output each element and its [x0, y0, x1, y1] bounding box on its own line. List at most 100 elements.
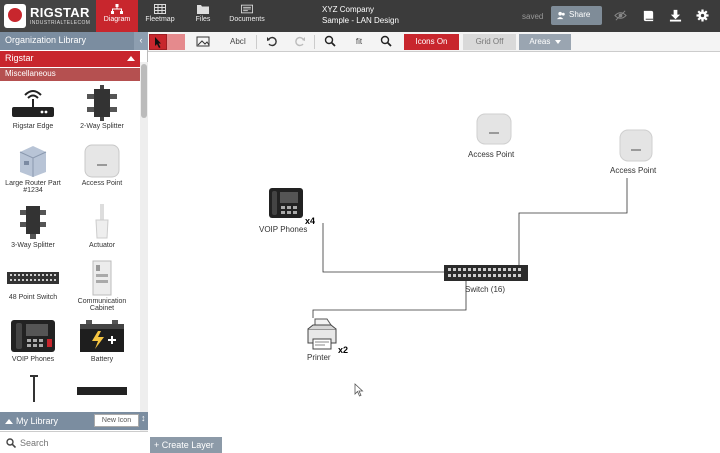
nav-diagram-label: Diagram [103, 16, 131, 23]
users-icon [557, 11, 565, 20]
canvas-toolbar: AbcI fit Icons On Grid Off Areas [148, 32, 720, 52]
phone-icon [11, 320, 55, 352]
org-library-title: Organization Library [5, 35, 87, 45]
logo-badge [4, 4, 26, 28]
lib-item-communication-cabinet[interactable]: Communication Cabinet [72, 260, 132, 312]
node-label[interactable]: VOIP Phones [259, 225, 307, 234]
fit-button[interactable]: fit [350, 34, 368, 50]
printer-node[interactable] [305, 317, 339, 351]
diagram-canvas[interactable]: Access Point Access Point x4 VOIP Phones… [149, 53, 720, 453]
text-tool-button[interactable]: AbcI [226, 34, 250, 50]
lib-item-label: 3-Way Splitter [11, 242, 55, 249]
toolbar-divider [256, 35, 257, 49]
access-point-node-1[interactable] [476, 113, 512, 145]
share-label: Share [569, 10, 591, 19]
text-tool-label: Abc [229, 37, 244, 46]
lib-item-access-point[interactable]: Access Point [72, 144, 132, 187]
brand-tagline: INDUSTRIALTELECOM [30, 20, 91, 26]
share-button[interactable]: Share [551, 6, 602, 25]
lib-item-2-way-splitter[interactable]: 2-Way Splitter [72, 85, 132, 130]
lib-item-label: 48 Point Switch [8, 294, 58, 301]
chevron-down-icon [554, 39, 561, 44]
book-icon[interactable] [642, 9, 655, 22]
nav-diagram[interactable]: Diagram [96, 0, 138, 32]
collapse-sidebar-button[interactable]: ‹ [134, 32, 148, 50]
resize-handle-icon[interactable]: ↕ [141, 413, 148, 427]
nav-documents[interactable]: Documents [224, 0, 270, 32]
scrollbar-thumb[interactable] [141, 64, 147, 118]
lib-item-label: Battery [90, 356, 114, 363]
lib-item-rigstar-edge[interactable]: Rigstar Edge [3, 85, 63, 130]
nav-documents-label: Documents [229, 16, 265, 23]
redo-button[interactable] [292, 34, 308, 50]
create-layer-button[interactable]: + Create Layer [150, 437, 222, 453]
image-tool-button[interactable] [194, 34, 212, 50]
project-name: Sample - LAN Design [322, 16, 399, 25]
table-icon [154, 4, 166, 14]
link-switch-ap [518, 178, 628, 273]
lib-item-label: Communication Cabinet [77, 298, 127, 312]
node-label[interactable]: Access Point [468, 150, 514, 159]
top-bar: RIGSTAR INDUSTRIALTELECOM Diagram Fleetm… [0, 0, 720, 32]
category-miscellaneous[interactable]: Miscellaneous [0, 68, 140, 81]
new-icon-button[interactable]: New Icon [94, 414, 139, 427]
mouse-cursor-icon [354, 383, 364, 397]
brand-name: RIGSTAR [30, 5, 90, 20]
lib-item-label: VOIP Phones [11, 356, 55, 363]
my-library-title: My Library [16, 416, 59, 426]
organization-library-header[interactable]: Organization Library ‹ [0, 32, 148, 50]
lib-item-3-way-splitter[interactable]: 3-Way Splitter [3, 202, 63, 249]
node-count: x2 [338, 345, 349, 355]
cabinet-icon [92, 260, 112, 296]
search-input[interactable] [20, 435, 142, 451]
large-router-icon [19, 146, 47, 177]
gear-icon[interactable] [696, 9, 709, 22]
rigstar-logo[interactable]: RIGSTAR INDUSTRIALTELECOM [0, 0, 96, 32]
router-icon [12, 90, 54, 117]
battery-icon [80, 320, 124, 352]
actuator-icon [95, 204, 109, 239]
library-search [0, 431, 148, 453]
switch-node[interactable] [443, 264, 529, 282]
pointer-icon [155, 37, 161, 48]
lib-item-large-router[interactable]: Large Router Part #1234 [3, 144, 63, 194]
undo-icon [267, 36, 277, 47]
lib-item-voip-phones[interactable]: VOIP Phones [3, 318, 63, 363]
undo-button[interactable] [264, 34, 280, 50]
voip-phone-node[interactable] [268, 187, 304, 219]
download-icon[interactable] [669, 9, 682, 22]
toolbar-divider [314, 35, 315, 49]
rack-unit-icon[interactable] [76, 386, 128, 396]
eye-off-icon[interactable] [614, 9, 627, 22]
lib-item-label: Actuator [88, 242, 116, 249]
lib-item-label: Large Router Part #1234 [5, 180, 61, 194]
library-group-rigstar[interactable]: Rigstar [0, 51, 140, 67]
access-point-node-2[interactable] [619, 129, 653, 162]
lib-item-battery[interactable]: Battery [72, 318, 132, 363]
lib-item-48-point-switch[interactable]: 48 Point Switch [3, 264, 63, 301]
library-sidebar: Organization Library ‹ Rigstar Miscellan… [0, 32, 148, 453]
link-phone-switch [322, 223, 445, 273]
select-tool-button[interactable] [149, 34, 167, 50]
node-label[interactable]: Printer [307, 353, 331, 362]
node-label[interactable]: Access Point [610, 166, 656, 175]
antenna-icon[interactable] [28, 374, 40, 402]
lib-item-label: Access Point [81, 180, 123, 187]
folder-icon [197, 5, 209, 14]
areas-dropdown[interactable]: Areas [519, 34, 571, 50]
zoom-in-icon [380, 35, 392, 47]
diagram-connections [312, 178, 628, 318]
nav-fleetmap[interactable]: Fleetmap [140, 0, 180, 32]
diagram-icon [111, 4, 123, 14]
documents-icon [241, 4, 253, 14]
library-scrollbar[interactable] [140, 62, 148, 432]
lib-item-actuator[interactable]: Actuator [72, 202, 132, 249]
zoom-out-button[interactable] [322, 34, 338, 50]
lasso-tool-button[interactable] [167, 34, 185, 50]
grid-off-toggle[interactable]: Grid Off [463, 34, 516, 50]
icons-on-toggle[interactable]: Icons On [404, 34, 459, 50]
nav-files[interactable]: Files [186, 0, 220, 32]
node-label[interactable]: Switch (16) [465, 285, 505, 294]
redo-icon [295, 36, 305, 47]
zoom-in-button[interactable] [378, 34, 394, 50]
